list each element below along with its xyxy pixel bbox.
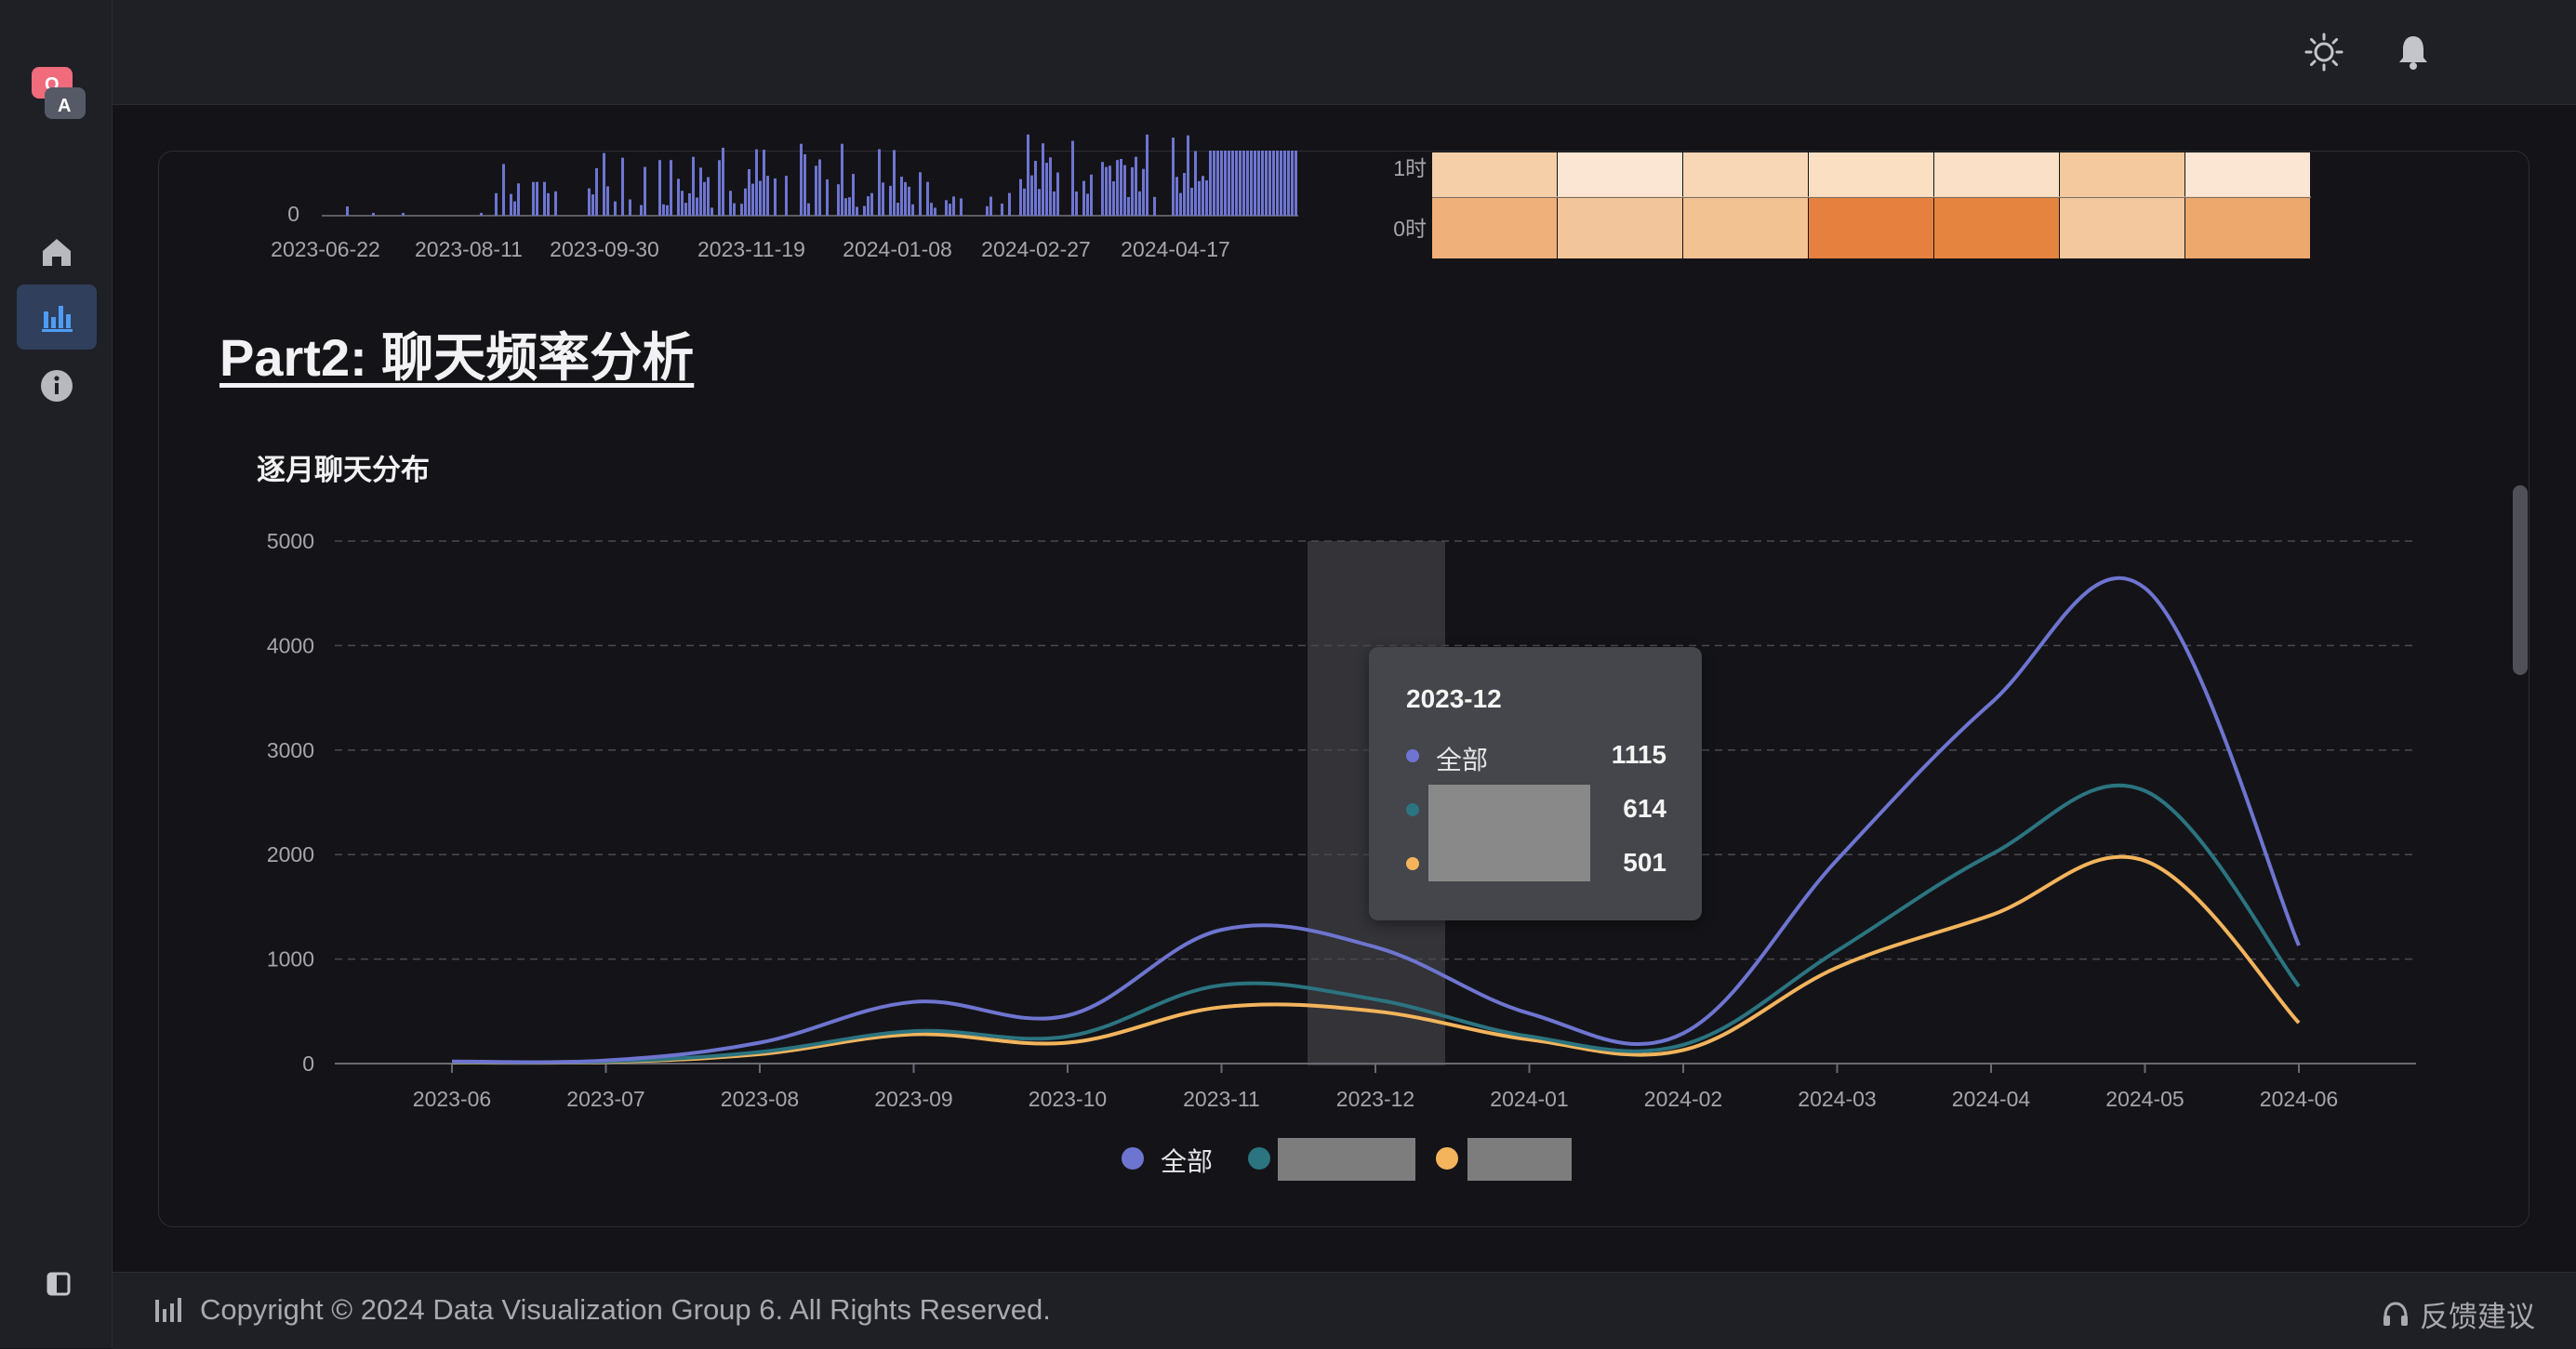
y-tick-label: 3000 bbox=[267, 738, 314, 762]
x-tick-label: 2023-12 bbox=[1336, 1087, 1414, 1111]
footer: Copyright © 2024 Data Visualization Grou… bbox=[113, 1272, 2576, 1349]
legend-dot-icon bbox=[1248, 1147, 1270, 1170]
tooltip-series-value: 501 bbox=[1623, 848, 1666, 877]
legend-label: 全部 bbox=[1161, 1147, 1214, 1176]
series-dot-icon bbox=[1406, 857, 1419, 870]
x-tick-label: 2023-09 bbox=[874, 1087, 952, 1111]
x-tick-label: 2024-03 bbox=[1798, 1087, 1876, 1111]
x-tick-label: 2024-02 bbox=[1644, 1087, 1722, 1111]
tooltip-series-name: 全部 bbox=[1436, 746, 1489, 774]
x-tick-label: 2023-10 bbox=[1029, 1087, 1107, 1111]
x-tick-label: 2023-07 bbox=[566, 1087, 644, 1111]
headset-icon bbox=[2383, 1301, 2408, 1326]
x-tick-label: 2023-06 bbox=[413, 1087, 491, 1111]
x-tick-label: 2024-04 bbox=[1952, 1087, 2031, 1111]
tooltip-title: 2023-12 bbox=[1406, 684, 1502, 713]
y-tick-label: 2000 bbox=[267, 842, 314, 866]
feedback-label: 反馈建议 bbox=[2420, 1301, 2535, 1333]
x-tick-label: 2024-01 bbox=[1490, 1087, 1568, 1111]
legend-item-series-3[interactable] bbox=[1436, 1136, 1573, 1183]
legend-dot-icon bbox=[1122, 1147, 1144, 1170]
tooltip-series-value: 1115 bbox=[1611, 740, 1666, 769]
x-tick-label: 2023-11 bbox=[1183, 1087, 1260, 1111]
tooltip-row: 全部 1115 bbox=[1406, 736, 1666, 774]
x-tick-label: 2024-05 bbox=[2105, 1087, 2184, 1111]
bar-chart-icon bbox=[155, 1298, 181, 1322]
x-tick-label: 2024-06 bbox=[2260, 1087, 2338, 1111]
copyright-text: Copyright © 2024 Data Visualization Grou… bbox=[200, 1293, 1051, 1326]
y-tick-label: 0 bbox=[302, 1051, 314, 1076]
x-tick-label: 2023-08 bbox=[721, 1087, 799, 1111]
redacted-legend-label bbox=[1278, 1138, 1415, 1181]
series-dot-icon bbox=[1406, 803, 1419, 816]
chart-tooltip: 2023-12 全部 1115 614 501 bbox=[1369, 647, 1702, 920]
y-tick-label: 4000 bbox=[267, 633, 314, 657]
legend-item-all[interactable]: 全部 bbox=[1122, 1136, 1224, 1183]
redacted-legend-label bbox=[1467, 1138, 1572, 1181]
redacted-name-block bbox=[1428, 785, 1590, 881]
legend-item-series-2[interactable] bbox=[1248, 1136, 1415, 1183]
vertical-scrollbar[interactable] bbox=[2513, 485, 2528, 675]
y-tick-label: 5000 bbox=[267, 529, 314, 553]
y-tick-label: 1000 bbox=[267, 947, 314, 972]
series-dot-icon bbox=[1406, 749, 1419, 762]
tooltip-series-value: 614 bbox=[1623, 794, 1666, 823]
legend-dot-icon bbox=[1436, 1147, 1458, 1170]
feedback-link[interactable]: 反馈建议 bbox=[2381, 1293, 2535, 1335]
